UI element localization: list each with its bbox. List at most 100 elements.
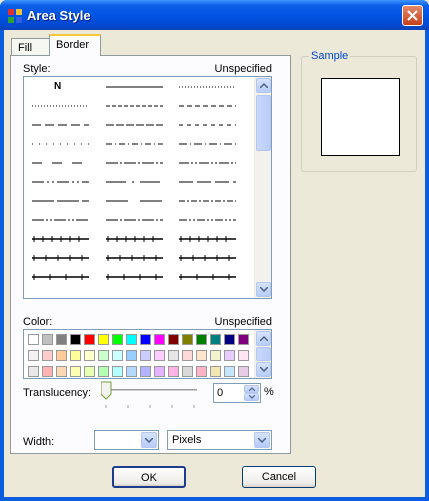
color-swatch[interactable] xyxy=(182,350,193,361)
chevron-up-icon xyxy=(248,387,255,391)
color-swatch[interactable] xyxy=(84,366,95,377)
scroll-down-button[interactable] xyxy=(256,282,271,297)
title-bar[interactable]: Area Style xyxy=(0,0,429,30)
scroll-up-button[interactable] xyxy=(256,78,271,93)
color-swatch[interactable] xyxy=(168,350,179,361)
color-swatch[interactable] xyxy=(182,334,193,345)
color-swatch[interactable] xyxy=(196,366,207,377)
color-swatch[interactable] xyxy=(28,350,39,361)
chevron-down-icon xyxy=(145,437,153,443)
color-swatch[interactable] xyxy=(42,334,53,345)
color-swatch[interactable] xyxy=(42,366,53,377)
color-swatch[interactable] xyxy=(210,334,221,345)
color-swatch[interactable] xyxy=(140,350,151,361)
color-swatch[interactable] xyxy=(224,366,235,377)
color-swatch[interactable] xyxy=(238,334,249,345)
color-swatch[interactable] xyxy=(210,350,221,361)
color-swatch[interactable] xyxy=(140,366,151,377)
width-unit-dropdown-button[interactable] xyxy=(254,432,270,448)
translucency-label: Translucency: xyxy=(23,387,92,399)
dialog-client: Fill Border Style: Unspecified N Color: … xyxy=(4,30,425,497)
color-swatch[interactable] xyxy=(84,350,95,361)
color-swatch[interactable] xyxy=(182,366,193,377)
color-swatch[interactable] xyxy=(112,350,123,361)
tab-fill[interactable]: Fill xyxy=(11,38,53,56)
color-palette[interactable] xyxy=(23,329,272,379)
color-swatch[interactable] xyxy=(140,334,151,345)
tab-border[interactable]: Border xyxy=(49,34,101,56)
color-scroll-up-button[interactable] xyxy=(256,331,271,346)
color-swatch[interactable] xyxy=(154,366,165,377)
translucency-slider[interactable] xyxy=(101,380,201,410)
width-unit-value[interactable]: Pixels xyxy=(172,434,201,446)
color-scroll-down-button[interactable] xyxy=(256,362,271,377)
color-swatch[interactable] xyxy=(56,350,67,361)
color-swatch[interactable] xyxy=(210,366,221,377)
color-swatch[interactable] xyxy=(224,350,235,361)
color-scroll-thumb[interactable] xyxy=(256,347,271,361)
sample-group: Sample xyxy=(301,50,417,172)
width-unit-combo[interactable]: Pixels xyxy=(167,430,272,450)
color-swatch[interactable] xyxy=(126,334,137,345)
chevron-down-icon xyxy=(258,437,266,443)
style-none-item[interactable]: N xyxy=(54,81,61,92)
cancel-button[interactable]: Cancel xyxy=(242,466,316,488)
color-swatch[interactable] xyxy=(168,334,179,345)
chevron-up-icon xyxy=(259,336,268,341)
sample-preview xyxy=(321,78,400,156)
color-swatch[interactable] xyxy=(154,350,165,361)
color-swatch[interactable] xyxy=(224,334,235,345)
ok-button[interactable]: OK xyxy=(112,466,186,488)
percent-unit: % xyxy=(264,386,274,398)
color-scrollbar[interactable] xyxy=(254,330,271,378)
color-swatch[interactable] xyxy=(112,366,123,377)
color-swatch[interactable] xyxy=(238,350,249,361)
color-swatch[interactable] xyxy=(98,350,109,361)
color-label: Color: xyxy=(23,316,53,328)
tab-fill-label: Fill xyxy=(18,42,33,54)
color-swatch[interactable] xyxy=(154,334,165,345)
scroll-thumb[interactable] xyxy=(256,95,271,151)
app-icon xyxy=(8,9,22,23)
color-swatch[interactable] xyxy=(84,334,95,345)
color-swatch[interactable] xyxy=(196,334,207,345)
slider-thumb[interactable] xyxy=(101,381,112,400)
close-button[interactable] xyxy=(402,5,423,26)
color-swatch[interactable] xyxy=(56,366,67,377)
color-swatch[interactable] xyxy=(98,334,109,345)
color-swatch[interactable] xyxy=(70,350,81,361)
style-scrollbar[interactable] xyxy=(254,77,271,298)
line-style-grid[interactable]: N xyxy=(24,77,255,298)
color-swatch-grid[interactable] xyxy=(25,331,253,378)
translucency-input[interactable]: 0 xyxy=(217,387,223,399)
color-swatch[interactable] xyxy=(28,366,39,377)
tab-border-label: Border xyxy=(56,39,90,51)
spin-down-button[interactable] xyxy=(244,393,259,401)
color-swatch[interactable] xyxy=(126,350,137,361)
color-swatch[interactable] xyxy=(28,334,39,345)
chevron-down-icon xyxy=(259,367,268,372)
chevron-down-icon xyxy=(259,287,268,292)
style-label: Style: xyxy=(23,63,51,75)
color-swatch[interactable] xyxy=(196,350,207,361)
chevron-down-icon xyxy=(248,395,255,399)
style-list[interactable]: N xyxy=(23,76,272,299)
width-dropdown-button[interactable] xyxy=(141,432,157,448)
width-combo[interactable] xyxy=(94,430,159,450)
color-swatch[interactable] xyxy=(70,334,81,345)
color-swatch[interactable] xyxy=(70,366,81,377)
chevron-up-icon xyxy=(259,83,268,88)
color-swatch[interactable] xyxy=(98,366,109,377)
color-swatch[interactable] xyxy=(238,366,249,377)
area-style-window: Area Style Fill Border Style: Unspecifie… xyxy=(0,0,429,501)
spin-up-button[interactable] xyxy=(244,385,259,393)
color-swatch[interactable] xyxy=(56,334,67,345)
translucency-spinbox[interactable]: 0 xyxy=(213,383,261,403)
close-icon xyxy=(407,10,418,21)
width-label: Width: xyxy=(23,436,55,448)
color-swatch[interactable] xyxy=(168,366,179,377)
style-value: Unspecified xyxy=(214,63,272,75)
color-swatch[interactable] xyxy=(126,366,137,377)
color-swatch[interactable] xyxy=(42,350,53,361)
color-swatch[interactable] xyxy=(112,334,123,345)
